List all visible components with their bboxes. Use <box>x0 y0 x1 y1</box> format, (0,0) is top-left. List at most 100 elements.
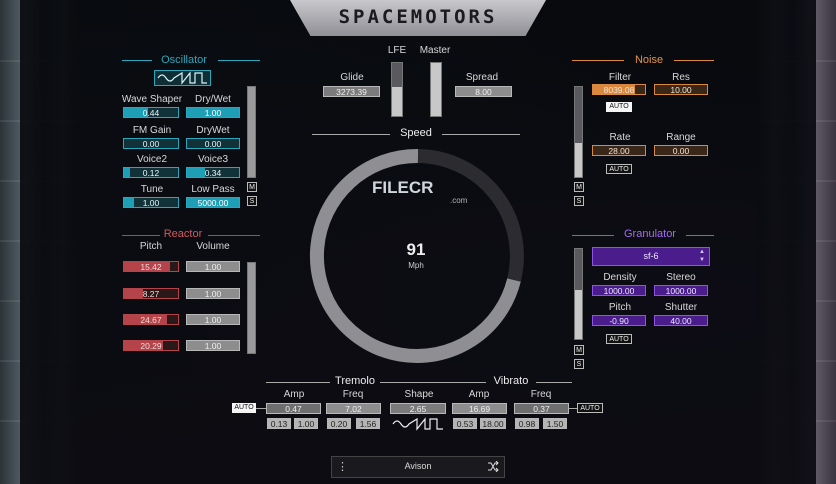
rate-value[interactable]: 28.00 <box>592 145 646 156</box>
vibrato-rule-right <box>536 382 572 383</box>
reactor-volume-2[interactable]: 1.00 <box>186 288 240 299</box>
noise-level-slider[interactable] <box>574 86 583 178</box>
noise-rule-right <box>674 60 714 61</box>
reactor-volume-4[interactable]: 1.00 <box>186 340 240 351</box>
gran-pitch-value[interactable]: -0.90 <box>592 315 646 326</box>
vibrato-freq-label: Freq <box>530 389 552 400</box>
glide-label: Glide <box>340 72 364 83</box>
oscillator-level-slider[interactable] <box>247 86 256 178</box>
preset-bar[interactable]: ⋮ Avison <box>331 456 505 478</box>
low-pass-label: Low Pass <box>191 184 235 195</box>
reactor-volume-label: Volume <box>196 241 230 252</box>
tremolo-auto-button[interactable]: AUTO <box>232 403 256 413</box>
reactor-volume-3[interactable]: 1.00 <box>186 314 240 325</box>
speed-readout: 91 <box>406 240 426 259</box>
shape-wave-icon <box>392 417 443 431</box>
tremolo-amp-max[interactable]: 1.00 <box>294 418 318 429</box>
shutter-label: Shutter <box>664 302 698 313</box>
granulator-preset-select[interactable]: sf-6 <box>592 247 710 266</box>
rate-auto-button[interactable]: AUTO <box>606 164 632 174</box>
granulator-rule-right <box>686 235 714 236</box>
vibrato-amp-max[interactable]: 18.00 <box>480 418 506 429</box>
wave-selector[interactable] <box>154 70 211 86</box>
granulator-rule-left <box>572 235 614 236</box>
vibrato-freq-max[interactable]: 1.50 <box>543 418 567 429</box>
density-label: Density <box>603 272 637 283</box>
vibrato-freq-min[interactable]: 0.98 <box>515 418 539 429</box>
reactor-volume-1[interactable]: 1.00 <box>186 261 240 272</box>
range-value[interactable]: 0.00 <box>654 145 708 156</box>
wave-shaper-value[interactable]: 0.44 <box>123 107 179 118</box>
tremolo-freq-label: Freq <box>342 389 364 400</box>
tremolo-amp-min[interactable]: 0.13 <box>267 418 291 429</box>
spread-label: Spread <box>465 72 499 83</box>
voice3-label: Voice3 <box>197 154 229 165</box>
tremolo-amp-value[interactable]: 0.47 <box>266 403 321 414</box>
reactor-rule-left <box>122 235 160 236</box>
sine-saw-square-wave-icon <box>157 71 207 85</box>
gran-pitch-auto-button[interactable]: AUTO <box>606 334 632 344</box>
tremolo-freq-min[interactable]: 0.20 <box>327 418 351 429</box>
preset-name: Avison <box>404 461 432 471</box>
density-value[interactable]: 1000.00 <box>592 285 646 296</box>
speed-rule-left <box>312 134 390 135</box>
drywet-value[interactable]: 0.00 <box>186 138 240 149</box>
reactor-pitch-1[interactable]: 15.42 <box>123 261 179 272</box>
master-slider[interactable] <box>430 62 442 117</box>
vibrato-amp-min[interactable]: 0.53 <box>453 418 477 429</box>
stereo-value[interactable]: 1000.00 <box>654 285 708 296</box>
noise-rule-left <box>572 60 624 61</box>
voice3-value[interactable]: 0.34 <box>186 167 240 178</box>
granulator-mute-button[interactable]: M <box>574 345 584 355</box>
res-value[interactable]: 10.00 <box>654 84 708 95</box>
speed-unit: Mph <box>408 261 424 270</box>
tremolo-amp-label: Amp <box>283 389 305 400</box>
fm-gain-value[interactable]: 0.00 <box>123 138 179 149</box>
tune-value[interactable]: 1.00 <box>123 197 179 208</box>
filter-value[interactable]: 8039.08 <box>592 84 646 95</box>
spread-value[interactable]: 8.00 <box>455 86 512 97</box>
noise-mute-button[interactable]: M <box>574 182 584 192</box>
vibrato-freq-value[interactable]: 0.37 <box>514 403 569 414</box>
shutter-value[interactable]: 40.00 <box>654 315 708 326</box>
tremolo-freq-value[interactable]: 7.02 <box>326 403 381 414</box>
glide-value[interactable]: 3273.39 <box>323 86 380 97</box>
shape-value[interactable]: 2.65 <box>390 403 446 414</box>
reactor-pitch-2[interactable]: 8.27 <box>123 288 179 299</box>
reactor-pitch-4[interactable]: 20.29 <box>123 340 179 351</box>
rate-label: Rate <box>609 132 631 143</box>
reactor-pitch-3[interactable]: 24.67 <box>123 314 179 325</box>
reactor-level-slider[interactable] <box>247 262 256 354</box>
stereo-label: Stereo <box>666 272 696 283</box>
low-pass-value[interactable]: 5000.00 <box>186 197 240 208</box>
vibrato-amp-value[interactable]: 16.69 <box>452 403 507 414</box>
voice2-value[interactable]: 0.12 <box>123 167 179 178</box>
gran-pitch-label: Pitch <box>608 302 632 313</box>
lfe-label: LFE <box>387 45 407 56</box>
granulator-level-slider[interactable] <box>574 248 583 340</box>
oscillator-mute-button[interactable]: M <box>247 182 257 192</box>
vibrato-auto-button[interactable]: AUTO <box>577 403 603 413</box>
voice2-label: Voice2 <box>136 154 168 165</box>
speed-rule-right <box>442 134 520 135</box>
shuffle-icon[interactable] <box>487 461 499 472</box>
oscillator-title: Oscillator <box>161 54 207 66</box>
reactor-title: Reactor <box>163 228 203 240</box>
tremolo-title: Tremolo <box>335 375 375 387</box>
range-label: Range <box>666 132 696 143</box>
wave-shaper-label: Wave Shaper <box>121 94 183 105</box>
filecr-watermark-sub: .com <box>450 196 468 205</box>
res-label: Res <box>672 72 690 83</box>
noise-solo-button[interactable]: S <box>574 196 584 206</box>
filter-auto-button[interactable]: AUTO <box>606 102 632 112</box>
plugin-window: SPACEMOTORS Oscillator Wave Shaper 0.44 … <box>0 0 836 484</box>
oscillator-solo-button[interactable]: S <box>247 196 257 206</box>
granulator-solo-button[interactable]: S <box>574 359 584 369</box>
preset-spin-arrows-icon[interactable]: ▲ ▼ <box>699 248 705 264</box>
filter-label: Filter <box>608 72 632 83</box>
lfe-slider[interactable] <box>391 62 403 117</box>
dry-wet-label: Dry/Wet <box>195 94 231 105</box>
tremolo-freq-max[interactable]: 1.56 <box>356 418 380 429</box>
reactor-pitch-label: Pitch <box>139 241 163 252</box>
dry-wet-value[interactable]: 1.00 <box>186 107 240 118</box>
